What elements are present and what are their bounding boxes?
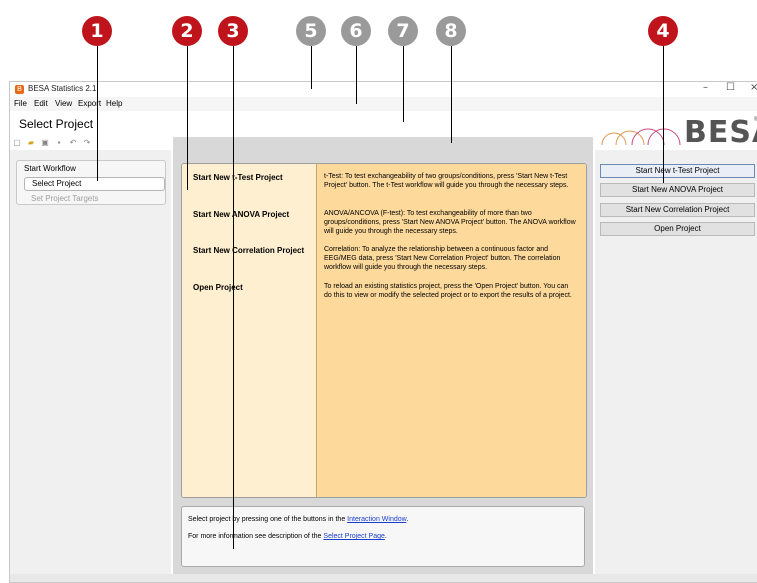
callout-line-7 (403, 46, 404, 122)
desc-start-new-t-test: t-Test: To test exchangeability of two g… (324, 173, 569, 189)
main-panel: Start New t-Test Project t-Test: To test… (173, 137, 593, 582)
callout-line-4 (663, 46, 664, 183)
info-line-2: For more information see description of … (188, 533, 387, 540)
new-file-icon[interactable]: ▢ (12, 138, 22, 148)
save-icon[interactable]: ▪ (54, 138, 64, 148)
open-file-icon[interactable]: ▣ (40, 138, 50, 148)
info-text-2-end: . (384, 533, 387, 540)
open-project-button[interactable]: Open Project (600, 222, 755, 236)
interaction-window-link[interactable]: Interaction Window (347, 516, 406, 523)
callout-badge-4: 4 (648, 16, 678, 46)
maximize-button[interactable]: ☐ (726, 82, 735, 93)
info-text-1: Select project by pressing one of the bu… (188, 516, 348, 523)
open-folder-icon[interactable]: ▰ (26, 138, 36, 148)
close-button[interactable]: × (750, 82, 757, 93)
workflow-panel: Start Workflow Select Project Set Projec… (10, 150, 171, 582)
workflow-item-select-project[interactable]: Select Project (24, 177, 165, 191)
callout-badge-1: 1 (82, 16, 112, 46)
callout-badge-8: 8 (436, 16, 466, 46)
callout-badge-3: 3 (218, 16, 248, 46)
minimize-button[interactable]: – (703, 82, 708, 93)
interaction-panel: Start New t-Test Project Start New ANOVA… (595, 150, 757, 582)
callout-badge-2: 2 (172, 16, 202, 46)
app-window: B BESA Statistics 2.1 – ☐ × File Edit Vi… (9, 81, 757, 583)
callout-line-3 (233, 46, 234, 549)
callout-line-8 (451, 46, 452, 143)
info-text-1-end: . (406, 516, 409, 523)
start-new-anova-project-button[interactable]: Start New ANOVA Project (600, 183, 755, 197)
callout-badge-6: 6 (341, 16, 371, 46)
callout-badge-7: 7 (388, 16, 418, 46)
menu-edit[interactable]: Edit (34, 99, 48, 108)
info-text-2: For more information see description of … (188, 533, 324, 540)
label-start-new-t-test: Start New t-Test Project (193, 173, 283, 182)
callout-line-6 (356, 46, 357, 104)
menu-help[interactable]: Help (106, 99, 122, 108)
start-new-correlation-project-button[interactable]: Start New Correlation Project (600, 203, 755, 217)
callout-badge-5: 5 (296, 16, 326, 46)
callout-line-2 (187, 46, 188, 190)
workflow-box: Start Workflow Select Project Set Projec… (16, 160, 166, 205)
besa-logo: BESA ® (594, 115, 757, 150)
project-options-card: Start New t-Test Project t-Test: To test… (181, 163, 587, 498)
start-new-t-test-project-button[interactable]: Start New t-Test Project (600, 164, 755, 178)
toolbar: ▢ ▰ ▣ ▪ ↶ ↷ (12, 138, 92, 150)
desc-open-project: To reload an existing statistics project… (324, 283, 572, 299)
callout-line-5 (311, 46, 312, 89)
select-project-page-link[interactable]: Select Project Page (323, 533, 384, 540)
window-title: BESA Statistics 2.1 (28, 84, 97, 93)
menu-file[interactable]: File (14, 99, 27, 108)
label-open-project: Open Project (193, 283, 243, 292)
menu-view[interactable]: View (55, 99, 72, 108)
workflow-header: Start Workflow (24, 164, 76, 173)
info-box: Select project by pressing one of the bu… (181, 506, 585, 567)
title-bar: B BESA Statistics 2.1 – ☐ × (10, 82, 757, 97)
page-title: Select Project (19, 117, 94, 131)
info-line-1: Select project by pressing one of the bu… (188, 516, 408, 523)
desc-start-new-correlation: Correlation: To analyze the relationship… (324, 246, 561, 271)
app-logo-icon: B (15, 85, 24, 94)
menu-bar: File Edit View Export Help (10, 97, 757, 111)
callout-line-1 (97, 46, 98, 181)
undo-icon[interactable]: ↶ (68, 138, 78, 148)
workflow-item-set-project-targets: Set Project Targets (31, 194, 99, 203)
desc-start-new-anova: ANOVA/ANCOVA (F-test): To test exchangea… (324, 210, 576, 235)
label-start-new-anova: Start New ANOVA Project (193, 210, 290, 219)
label-start-new-correlation: Start New Correlation Project (193, 246, 305, 255)
logo-text: BESA (684, 115, 757, 150)
logo-arcs-icon (601, 128, 681, 146)
redo-icon[interactable]: ↷ (82, 138, 92, 148)
